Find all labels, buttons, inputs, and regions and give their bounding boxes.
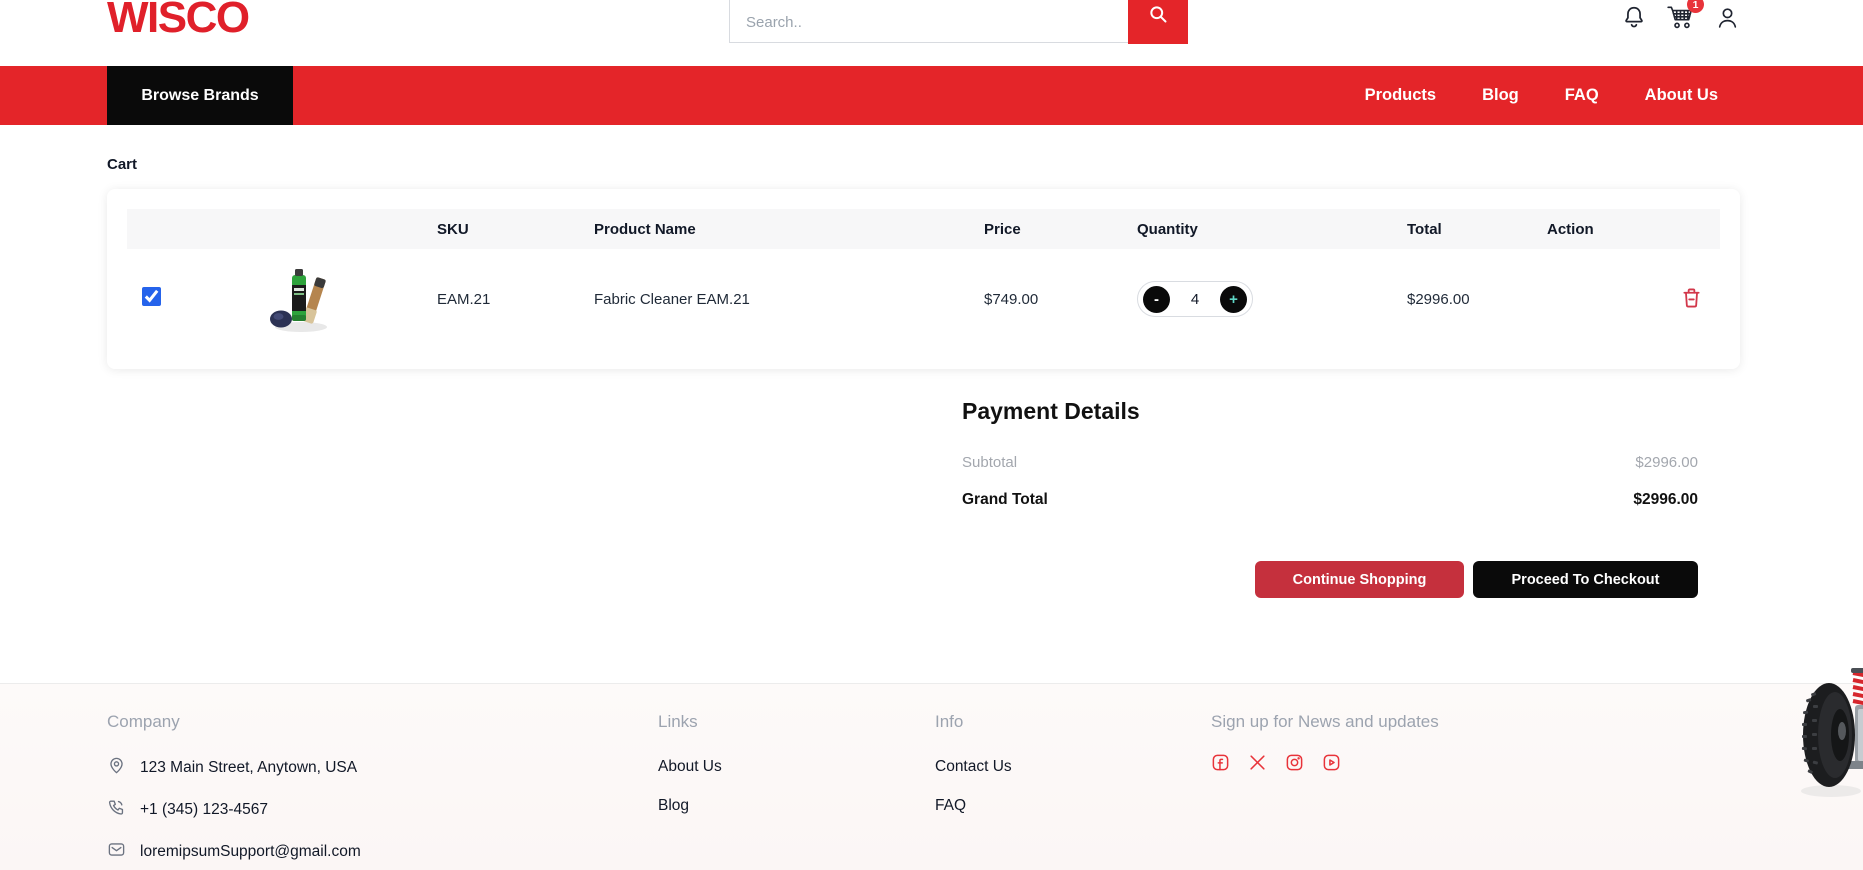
proceed-to-checkout-button[interactable]: Proceed To Checkout <box>1473 561 1698 598</box>
instagram-icon[interactable] <box>1285 753 1304 772</box>
subtotal-label: Subtotal <box>962 454 1017 471</box>
subtotal-value: $2996.00 <box>1635 454 1698 471</box>
nav-link-faq[interactable]: FAQ <box>1565 86 1599 105</box>
footer-newsletter-heading: Sign up for News and updates <box>1211 712 1439 732</box>
cart-table-header: SKU Product Name Price Quantity Total Ac… <box>127 209 1720 249</box>
footer-company-column: Company 123 Main Street, Anytown, USA +1… <box>107 712 361 864</box>
column-header-name: Product Name <box>562 221 952 238</box>
youtube-icon[interactable] <box>1322 753 1341 772</box>
phone-icon <box>107 798 126 822</box>
nav-link-products[interactable]: Products <box>1365 86 1437 105</box>
column-header-sku: SKU <box>362 221 562 238</box>
footer-link-about-us[interactable]: About Us <box>658 758 722 776</box>
footer-phone[interactable]: +1 (345) 123-4567 <box>140 801 268 819</box>
cart-card: SKU Product Name Price Quantity Total Ac… <box>107 189 1740 369</box>
facebook-icon[interactable] <box>1211 753 1230 772</box>
column-header-price: Price <box>952 221 1107 238</box>
page-title: Cart <box>107 156 1740 173</box>
footer-link-contact-us[interactable]: Contact Us <box>935 758 1012 776</box>
cart-item-row: EAM.21 Fabric Cleaner EAM.21 $749.00 - 4… <box>127 249 1720 349</box>
footer-email[interactable]: loremipsumSupport@gmail.com <box>140 843 361 861</box>
search-button[interactable] <box>1128 0 1188 44</box>
header-icons: 1 <box>1621 3 1740 31</box>
column-header-total: Total <box>1387 221 1547 238</box>
footer-newsletter-column: Sign up for News and updates <box>1211 712 1439 772</box>
x-twitter-icon[interactable] <box>1248 753 1267 772</box>
quantity-decrease-button[interactable]: - <box>1143 286 1170 313</box>
nav-link-blog[interactable]: Blog <box>1482 86 1519 105</box>
footer: Company 123 Main Street, Anytown, USA +1… <box>0 683 1863 870</box>
column-header-quantity: Quantity <box>1107 221 1387 238</box>
footer-links-heading: Links <box>658 712 722 732</box>
footer-address: 123 Main Street, Anytown, USA <box>140 759 357 777</box>
quantity-stepper: - 4 + <box>1137 281 1253 317</box>
logo[interactable]: WISCO <box>107 0 249 43</box>
footer-info-column: Info Contact Us FAQ <box>935 712 1012 815</box>
search-bar <box>729 0 1188 44</box>
grand-total-label: Grand Total <box>962 491 1048 509</box>
cart-badge: 1 <box>1687 0 1704 13</box>
footer-company-heading: Company <box>107 712 361 732</box>
nav-link-about-us[interactable]: About Us <box>1645 86 1718 105</box>
footer-info-heading: Info <box>935 712 1012 732</box>
tire-decoration-image <box>1797 663 1863 813</box>
header: WISCO <box>0 0 1863 66</box>
cart-icon[interactable]: 1 <box>1666 3 1696 31</box>
footer-link-blog[interactable]: Blog <box>658 797 722 815</box>
browse-brands-button[interactable]: Browse Brands <box>107 66 293 125</box>
search-icon <box>1148 4 1168 27</box>
continue-shopping-button[interactable]: Continue Shopping <box>1255 561 1464 598</box>
payment-details-section: Payment Details Subtotal $2996.00 Grand … <box>962 398 1698 598</box>
location-pin-icon <box>107 756 126 780</box>
item-total: $2996.00 <box>1387 291 1547 308</box>
nav-links: Products Blog FAQ About Us <box>1365 86 1718 105</box>
social-icons <box>1211 753 1439 772</box>
search-input[interactable] <box>729 0 1128 43</box>
payment-details-title: Payment Details <box>962 398 1698 425</box>
footer-links-column: Links About Us Blog <box>658 712 722 815</box>
delete-item-button[interactable] <box>1681 286 1702 313</box>
product-image <box>237 263 362 335</box>
quantity-value: 4 <box>1191 291 1199 308</box>
quantity-increase-button[interactable]: + <box>1220 286 1247 313</box>
item-name: Fabric Cleaner EAM.21 <box>562 291 952 308</box>
item-sku: EAM.21 <box>362 291 562 308</box>
notification-bell-icon[interactable] <box>1621 3 1647 31</box>
mail-icon <box>107 840 126 864</box>
footer-link-faq[interactable]: FAQ <box>935 797 1012 815</box>
grand-total-value: $2996.00 <box>1633 491 1698 509</box>
item-price: $749.00 <box>952 291 1107 308</box>
trash-icon <box>1681 286 1702 313</box>
main-navbar: Browse Brands Products Blog FAQ About Us <box>0 66 1863 125</box>
item-select-checkbox[interactable] <box>142 287 161 306</box>
column-header-action: Action <box>1547 221 1720 238</box>
user-icon[interactable] <box>1715 4 1740 31</box>
